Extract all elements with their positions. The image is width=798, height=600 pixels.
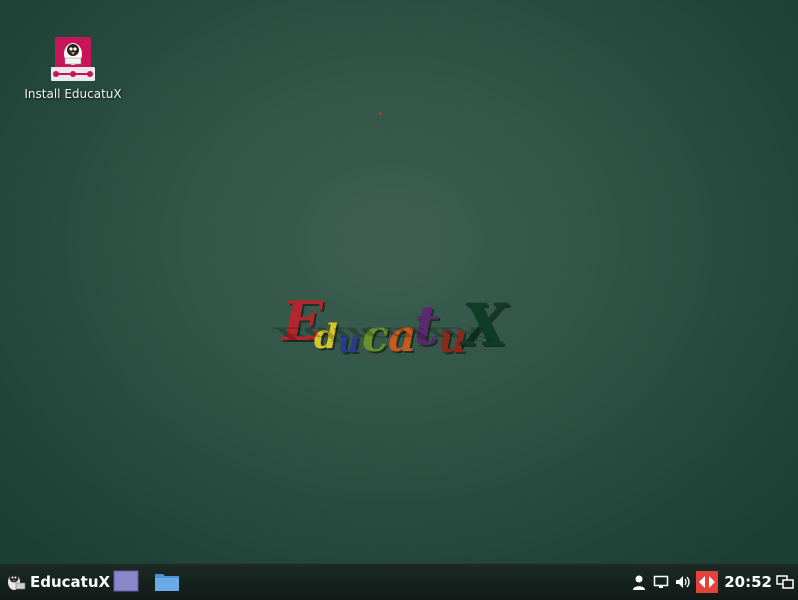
user-icon[interactable] bbox=[630, 573, 648, 591]
network-icon[interactable] bbox=[696, 571, 719, 593]
taskbar: EducatuX 20:52 bbox=[0, 563, 798, 600]
show-desktop-icon bbox=[113, 570, 139, 592]
cursor-dot bbox=[379, 112, 382, 115]
wallpaper-logo: E d u c a t u X EducatuX bbox=[268, 285, 518, 395]
file-manager-button[interactable] bbox=[154, 570, 180, 592]
system-tray: 20:52 bbox=[630, 564, 798, 600]
start-menu-label: EducatuX bbox=[30, 573, 111, 591]
start-menu-button[interactable]: EducatuX bbox=[4, 569, 110, 595]
file-manager-icon bbox=[155, 574, 179, 591]
display-icon[interactable] bbox=[652, 573, 670, 591]
desktop-icon-install-educatux[interactable]: Install EducatuX bbox=[18, 36, 128, 108]
installer-icon bbox=[51, 37, 95, 81]
penguin-menu-icon bbox=[8, 573, 26, 590]
volume-icon[interactable] bbox=[674, 573, 692, 591]
desktop-icon-label: Install EducatuX bbox=[24, 87, 122, 101]
logo-reflection: EducatuX bbox=[268, 322, 498, 345]
clock[interactable]: 20:52 bbox=[724, 573, 772, 591]
window-switch-icon[interactable] bbox=[776, 573, 794, 591]
show-desktop-button[interactable] bbox=[113, 570, 139, 592]
